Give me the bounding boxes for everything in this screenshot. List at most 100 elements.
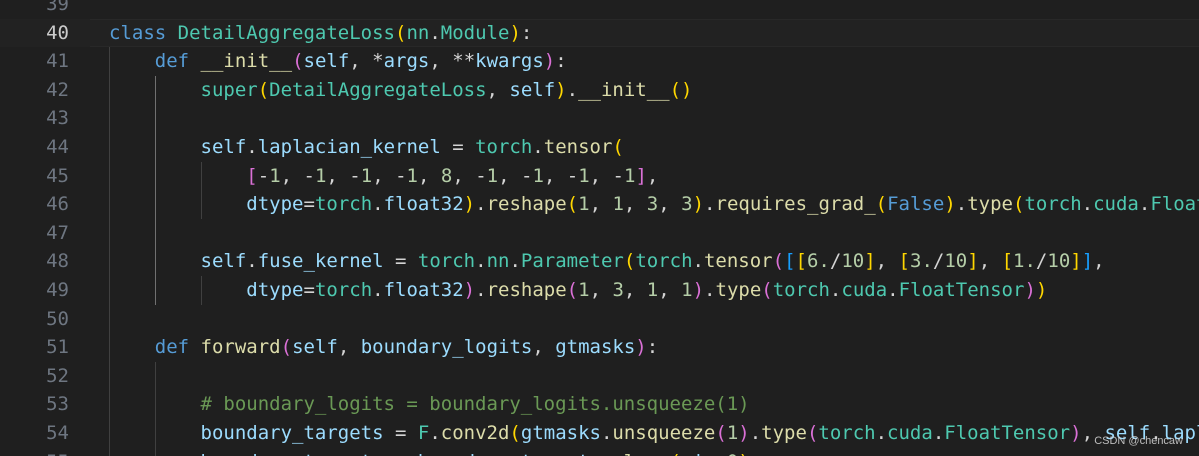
code-token: () — [669, 78, 693, 101]
code-token: . — [955, 193, 968, 216]
code-token: ) — [1070, 422, 1082, 444]
code-line-42[interactable]: 42 super(DetailAggregateLoss, self).__in… — [0, 76, 1199, 105]
code-token: ) — [543, 50, 556, 73]
code-token: , — [589, 193, 613, 216]
code-token: 1 — [726, 422, 739, 444]
code-token: dtype — [246, 193, 304, 216]
line-code: [-1, -1, -1, -1, 8, -1, -1, -1, -1], — [109, 162, 1199, 191]
watermark: CSDN @chencaw — [1094, 435, 1183, 447]
code-token: __init__ — [578, 78, 670, 101]
code-token: . — [887, 279, 899, 301]
code-token: def — [154, 336, 190, 359]
code-token: # boundary_logits = boundary_logits.unsq… — [200, 393, 750, 416]
indent-guide — [109, 47, 110, 456]
code-line-55[interactable]: 55 boundary_targets = boundary_targets.c… — [0, 448, 1199, 456]
code-line-54[interactable]: 54 boundary_targets = F.conv2d(gtmasks.u… — [0, 419, 1199, 448]
code-line-47[interactable]: 47 — [0, 219, 1199, 248]
code-line-49[interactable]: 49 dtype=torch.float32).reshape(1, 3, 1,… — [0, 276, 1199, 305]
line-code: boundary_targets = F.conv2d(gtmasks.unsq… — [109, 419, 1199, 448]
code-token: [ — [1001, 250, 1014, 273]
code-line-41[interactable]: 41 def __init__(self, *args, **kwargs): — [0, 47, 1199, 76]
code-token: , — [486, 78, 510, 101]
code-token: , * — [349, 50, 384, 73]
code-token: False — [887, 193, 945, 216]
code-editor[interactable]: 39 40 class DetailAggregateLoss(nn.Module)… — [0, 0, 1199, 456]
code-token: nn — [486, 250, 510, 273]
code-token: : — [520, 21, 533, 44]
code-line-51[interactable]: 51 def forward(self, boundary_logits, gt… — [0, 333, 1199, 362]
code-token: tensor — [703, 250, 773, 273]
code-token: , — [646, 164, 659, 187]
indent-guide — [201, 161, 203, 219]
code-token: ] — [1070, 250, 1082, 273]
code-token: = — [383, 422, 418, 444]
code-line-43[interactable]: 43 — [0, 104, 1199, 133]
line-number: 45 — [46, 164, 69, 187]
code-line-40[interactable]: 40 class DetailAggregateLoss(nn.Module): — [0, 18, 1199, 48]
line-number: 49 — [46, 279, 69, 301]
code-line-53[interactable]: 53 # boundary_logits = boundary_logits.u… — [0, 390, 1199, 419]
code-token: . — [372, 279, 384, 301]
code-token: type — [715, 279, 762, 301]
code-token: torch — [772, 279, 830, 301]
code-token: 10 — [1047, 250, 1071, 273]
code-line-52[interactable]: 52 — [0, 362, 1199, 391]
code-token: ) — [738, 422, 750, 444]
code-line-46[interactable]: 46 dtype=torch.float32).reshape(1, 1, 3,… — [0, 190, 1199, 219]
code-token: . — [601, 451, 612, 456]
code-token: cuda — [1093, 193, 1139, 216]
code-token: 1. — [1013, 250, 1036, 273]
code-token: . — [429, 422, 441, 444]
code-token: . — [475, 279, 487, 301]
code-line-48[interactable]: 48 self.fuse_kernel = torch.nn.Parameter… — [0, 247, 1199, 276]
code-token: . — [932, 422, 945, 444]
code-token: ) — [944, 193, 956, 216]
code-line-39[interactable]: 39 — [0, 0, 1199, 19]
code-token: ( — [612, 136, 624, 158]
code-token: 1 — [578, 164, 590, 187]
code-token: , - — [543, 164, 579, 187]
line-number: 44 — [46, 136, 69, 158]
code-token: ) — [509, 21, 521, 44]
code-token: ) — [1024, 279, 1036, 301]
code-token: 10 — [944, 250, 968, 273]
code-token: cuda — [887, 422, 933, 444]
code-token: ( — [761, 279, 773, 301]
code-token: type — [967, 193, 1013, 216]
code-token: = — [383, 250, 418, 273]
line-code: self.fuse_kernel = torch.nn.Parameter(to… — [109, 247, 1199, 276]
line-code: def forward(self, boundary_logits, gtmas… — [109, 333, 1199, 362]
code-line-44[interactable]: 44 self.laplacian_kernel = torch.tensor( — [0, 133, 1199, 162]
code-token: ( — [566, 193, 579, 216]
code-token: , — [532, 336, 556, 359]
code-token: ) — [463, 193, 476, 216]
code-token: - — [257, 164, 270, 187]
code-token: = — [303, 279, 315, 301]
line-code: dtype=torch.float32).reshape(1, 1, 3, 3)… — [109, 190, 1199, 219]
code-token: ) — [1035, 279, 1048, 301]
code-token: Parameter — [520, 250, 624, 273]
code-token: [ — [898, 250, 910, 273]
line-number: 46 — [46, 193, 69, 216]
code-token: fuse_kernel — [257, 250, 384, 273]
code-token: 3. — [910, 250, 933, 273]
line-number: 51 — [46, 336, 69, 359]
code-token: / — [829, 250, 842, 273]
code-token: torch — [818, 422, 876, 444]
code-token: 1 — [612, 193, 624, 216]
code-line-45[interactable]: 45 [-1, -1, -1, -1, 8, -1, -1, -1, -1], — [0, 162, 1199, 191]
line-code: dtype=torch.float32).reshape(1, 3, 1, 1)… — [109, 276, 1199, 305]
line-number: 50 — [46, 307, 69, 330]
code-token: 3 — [612, 279, 624, 301]
code-token: / — [1035, 250, 1048, 273]
line-code: boundary_targets = boundary_targets.clam… — [109, 448, 1199, 456]
code-token: 1 — [578, 193, 590, 216]
code-token: ) — [635, 336, 647, 359]
code-line-50[interactable]: 50 — [0, 305, 1199, 334]
code-token: . — [829, 279, 842, 301]
indent-guide — [155, 361, 157, 456]
code-token: unsqueeze — [612, 422, 716, 444]
